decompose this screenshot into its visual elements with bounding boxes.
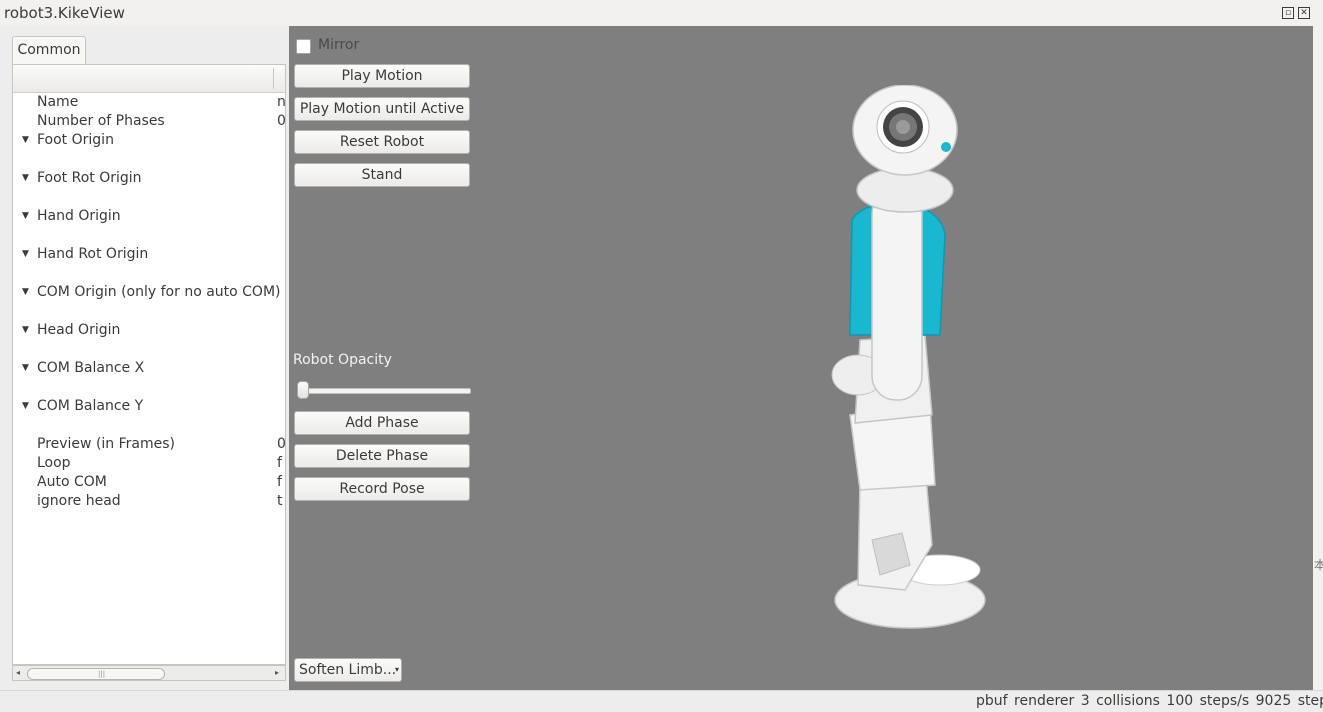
arrow-right-icon[interactable]: ▸: [275, 666, 279, 680]
tree-row-number-of-phases[interactable]: Number of Phases 0: [13, 112, 285, 131]
soften-limbs-value: Soften Limb...: [299, 662, 397, 678]
grip-icon: |||: [98, 670, 106, 678]
status-text: pbuf renderer 3 collisions 100 steps/s 9…: [976, 693, 1323, 709]
tab-common[interactable]: Common: [12, 36, 86, 64]
triangle-down-icon[interactable]: ▼: [22, 397, 29, 416]
renderer-status: pbuf renderer: [976, 693, 1075, 709]
tree-row-foot-origin[interactable]: ▼ Foot Origin: [13, 131, 285, 150]
tree-row-label: ignore head: [37, 493, 121, 509]
tree-header[interactable]: [13, 65, 285, 93]
tree-row-label: Head Origin: [37, 322, 121, 338]
play-motion-until-active-button[interactable]: Play Motion until Active: [294, 97, 470, 121]
tree-row-label: Name: [37, 94, 79, 110]
close-icon[interactable]: ✕: [1298, 7, 1310, 19]
tree-row-label: COM Balance X: [37, 360, 145, 376]
tree-row-label: COM Balance Y: [37, 398, 144, 414]
scrollbar-thumb[interactable]: |||: [27, 668, 165, 680]
arrow-left-icon[interactable]: ◂: [16, 666, 20, 680]
add-phase-button[interactable]: Add Phase: [294, 411, 470, 435]
window-title: robot3.KikeView: [4, 4, 125, 22]
steps-status: 9025 steps: [1255, 693, 1323, 709]
property-tree[interactable]: Name n Number of Phases 0 ▼ Foot Origin …: [12, 64, 286, 665]
triangle-down-icon[interactable]: ▼: [22, 169, 29, 188]
tree-row-head-origin[interactable]: ▼ Head Origin: [13, 321, 285, 340]
tree-row-label: Loop: [37, 455, 71, 471]
tree-row-name[interactable]: Name n: [13, 93, 285, 112]
triangle-down-icon[interactable]: ▼: [22, 283, 29, 302]
play-motion-button[interactable]: Play Motion: [294, 64, 470, 88]
tree-row-loop[interactable]: Loop f: [13, 454, 285, 473]
tree-row-preview[interactable]: Preview (in Frames) 0: [13, 435, 285, 454]
tree-row-auto-com[interactable]: Auto COM f: [13, 473, 285, 492]
rate-status: 100 steps/s: [1166, 693, 1250, 709]
mirror-label[interactable]: Mirror: [318, 37, 359, 53]
triangle-down-icon[interactable]: ▼: [22, 321, 29, 340]
robot-model: [831, 85, 986, 629]
tree-row-value[interactable]: 0: [277, 435, 285, 454]
tree-row-value[interactable]: n: [277, 93, 285, 112]
tree-row-label: Hand Origin: [37, 208, 121, 224]
delete-phase-button[interactable]: Delete Phase: [294, 444, 470, 468]
tree-row-value[interactable]: t: [277, 492, 285, 511]
tree-row-foot-rot-origin[interactable]: ▼ Foot Rot Origin: [13, 169, 285, 188]
tree-row-value[interactable]: f: [277, 473, 285, 492]
tree-row-label: Hand Rot Origin: [37, 246, 149, 262]
tree-row-com-balance-y[interactable]: ▼ COM Balance Y: [13, 397, 285, 416]
stand-button[interactable]: Stand: [294, 163, 470, 187]
title-bar: robot3.KikeView ▫ ✕: [0, 0, 1323, 27]
tree-row-label: Number of Phases: [37, 113, 165, 129]
horizontal-scrollbar[interactable]: ◂ ||| ▸: [12, 665, 286, 681]
tree-row-value[interactable]: 0: [277, 112, 285, 131]
tree-row-label: Preview (in Frames): [37, 436, 175, 452]
tree-row-label: Foot Origin: [37, 132, 114, 148]
tree-header-divider[interactable]: [273, 68, 274, 89]
tree-row-com-origin[interactable]: ▼ COM Origin (only for no auto COM): [13, 283, 285, 302]
right-edge-strip: 本: [1313, 26, 1323, 696]
tree-row-label: Foot Rot Origin: [37, 170, 142, 186]
robot-opacity-slider-handle[interactable]: [297, 381, 309, 399]
reset-robot-button[interactable]: Reset Robot: [294, 130, 470, 154]
triangle-down-icon[interactable]: ▼: [22, 245, 29, 264]
status-bar: pbuf renderer 3 collisions 100 steps/s 9…: [0, 690, 1323, 712]
triangle-down-icon[interactable]: ▼: [22, 131, 29, 150]
tree-row-label: Auto COM: [37, 474, 107, 490]
tree-row-value[interactable]: f: [277, 454, 285, 473]
soften-limbs-dropdown[interactable]: Soften Limb... ▾: [294, 658, 402, 682]
triangle-down-icon[interactable]: ▼: [22, 207, 29, 226]
tree-row-hand-rot-origin[interactable]: ▼ Hand Rot Origin: [13, 245, 285, 264]
tree-row-ignore-head[interactable]: ignore head t: [13, 492, 285, 511]
robot-opacity-label: Robot Opacity: [293, 352, 392, 368]
record-pose-button[interactable]: Record Pose: [294, 477, 470, 501]
collisions-status: 3 collisions: [1080, 693, 1160, 709]
side-glyph: 本: [1314, 558, 1323, 572]
restore-icon[interactable]: ▫: [1282, 7, 1294, 19]
robot-opacity-slider[interactable]: [298, 388, 471, 394]
triangle-down-icon[interactable]: ▼: [22, 359, 29, 378]
tree-row-hand-origin[interactable]: ▼ Hand Origin: [13, 207, 285, 226]
tree-row-com-balance-x[interactable]: ▼ COM Balance X: [13, 359, 285, 378]
chevron-down-icon: ▾: [394, 665, 399, 674]
tree-row-label: COM Origin (only for no auto COM): [37, 284, 281, 300]
mirror-checkbox[interactable]: [296, 39, 311, 54]
